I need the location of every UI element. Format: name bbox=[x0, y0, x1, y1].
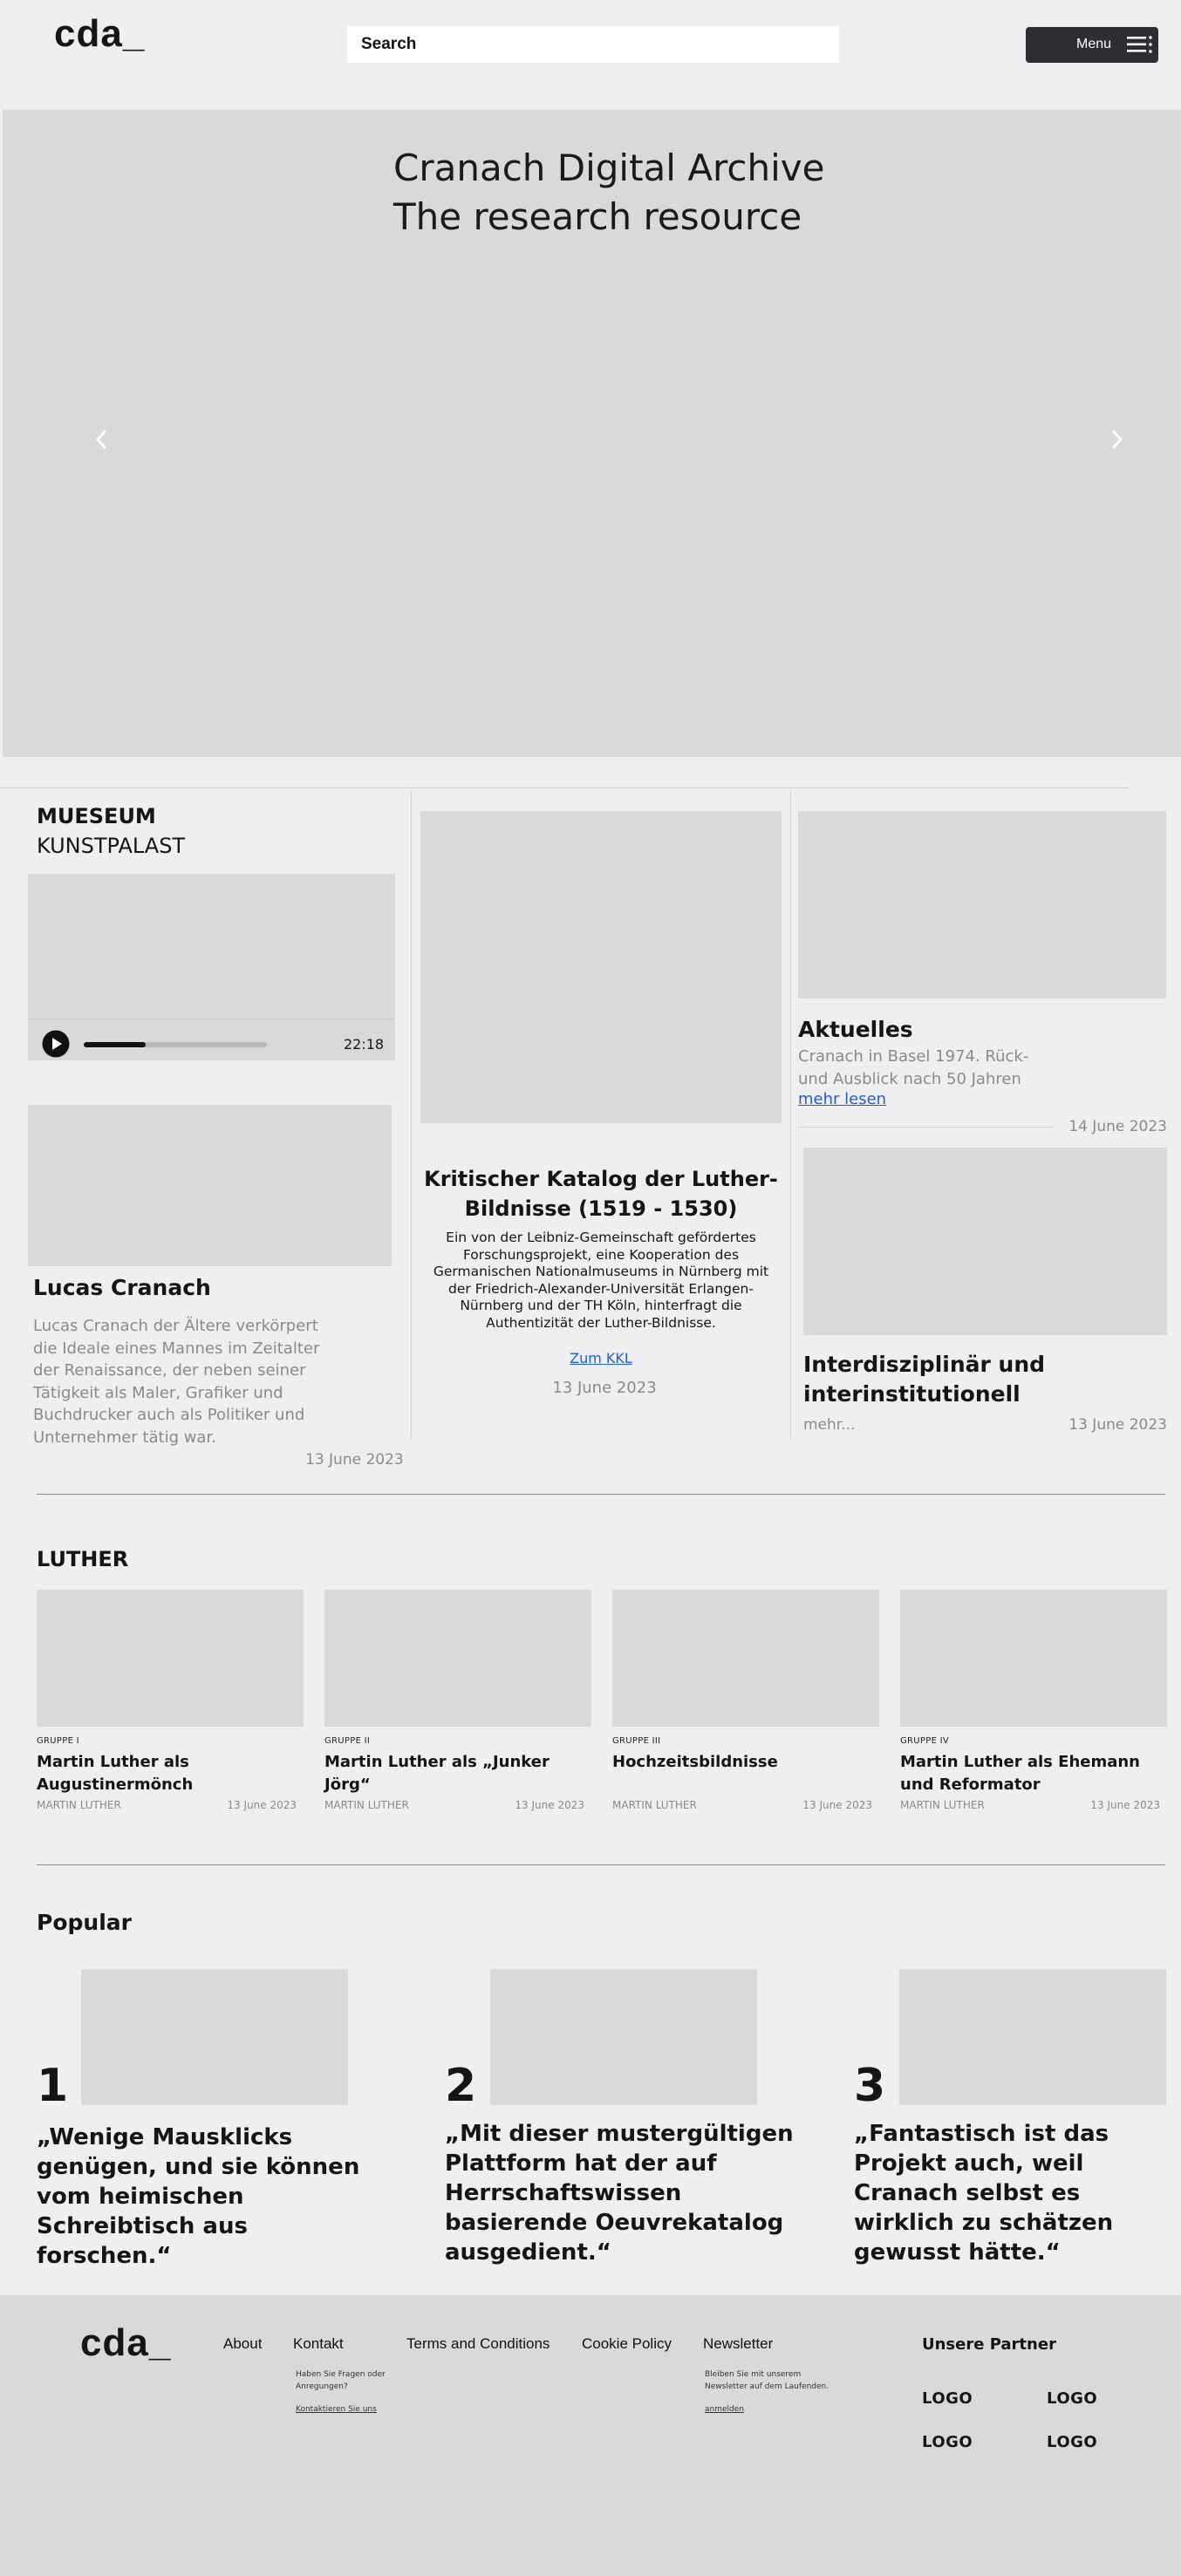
luther-card[interactable]: GRUPPE I Martin Luther als Augustinermön… bbox=[37, 1590, 304, 1816]
hero-slider: Cranach Digital Archive The research res… bbox=[3, 110, 1181, 757]
site-logo[interactable]: cda_ bbox=[54, 12, 145, 56]
luther-heading: LUTHER bbox=[37, 1547, 129, 1571]
popular-heading: Popular bbox=[37, 1910, 132, 1935]
luther-card-image bbox=[324, 1590, 591, 1727]
aktuelles-link[interactable]: mehr lesen bbox=[798, 1090, 886, 1108]
luther-card[interactable]: GRUPPE II Martin Luther als „Junker Jörg… bbox=[324, 1590, 591, 1816]
museum-name: MUESEUM bbox=[37, 804, 156, 828]
play-icon[interactable] bbox=[42, 1030, 70, 1058]
footer-nav-kontakt[interactable]: Kontakt bbox=[293, 2335, 344, 2353]
popular-quote[interactable]: „Mit dieser mustergültigen Plattform hat… bbox=[445, 2119, 794, 2267]
luther-card-group: GRUPPE II bbox=[324, 1736, 371, 1746]
aktuelles-date: 14 June 2023 bbox=[1054, 1118, 1167, 1135]
luther-card-group: GRUPPE I bbox=[37, 1736, 79, 1746]
luther-card-title: Hochzeitsbildnisse bbox=[612, 1753, 778, 1771]
section-divider bbox=[0, 787, 1129, 788]
inter-title[interactable]: Interdisziplinär und interinstitutionell bbox=[803, 1350, 1091, 1409]
luther-card-date: 13 June 2023 bbox=[515, 1799, 584, 1811]
popular-quote[interactable]: „Wenige Mausklicks genügen, und sie könn… bbox=[37, 2123, 386, 2271]
footer-nav-cookie[interactable]: Cookie Policy bbox=[582, 2335, 672, 2353]
popular-image bbox=[899, 1969, 1166, 2105]
popular-rank: 2 bbox=[445, 2060, 477, 2112]
luther-card[interactable]: GRUPPE IV Martin Luther als Ehemann und … bbox=[900, 1590, 1167, 1816]
partner-logo: LOGO bbox=[1047, 2389, 1098, 2408]
menu-button[interactable]: Menu bbox=[1026, 27, 1158, 63]
luther-card-group: GRUPPE III bbox=[612, 1736, 661, 1746]
section-divider bbox=[37, 1864, 1165, 1865]
video-progress-track[interactable] bbox=[84, 1042, 267, 1047]
popular-image bbox=[490, 1969, 757, 2105]
lucas-image bbox=[28, 1105, 392, 1266]
video-player[interactable]: 22:18 bbox=[28, 874, 395, 1060]
column-divider bbox=[790, 790, 791, 1439]
partner-logo: LOGO bbox=[922, 2433, 973, 2451]
kkl-text: Ein von der Leibniz-Gemeinschaft geförde… bbox=[433, 1230, 769, 1331]
newsletter-link[interactable]: anmelden bbox=[705, 2403, 744, 2416]
footer-nav-terms[interactable]: Terms and Conditions bbox=[406, 2335, 550, 2353]
aktuelles-title[interactable]: Aktuelles bbox=[798, 1017, 913, 1042]
inter-date: 13 June 2023 bbox=[1068, 1416, 1167, 1434]
aktuelles-image bbox=[798, 811, 1166, 998]
hamburger-icon bbox=[1127, 36, 1152, 53]
kontakt-text: Haben Sie Fragen oder Anregungen? bbox=[296, 2370, 386, 2391]
luther-card-title: Martin Luther als Ehemann und Reformator bbox=[900, 1753, 1140, 1794]
partner-heading: Unsere Partner bbox=[922, 2335, 1056, 2354]
popular-quote[interactable]: „Fantastisch ist das Projekt auch, weil … bbox=[854, 2119, 1168, 2267]
kkl-image bbox=[420, 811, 782, 1123]
aktuelles-text: Cranach in Basel 1974. Rück- und Ausblic… bbox=[798, 1047, 1029, 1088]
luther-card-category: MARTIN LUTHER bbox=[324, 1799, 409, 1811]
hero-subtitle: The research resource bbox=[393, 195, 802, 238]
luther-card-category: MARTIN LUTHER bbox=[900, 1799, 985, 1811]
luther-card-category: MARTIN LUTHER bbox=[612, 1799, 697, 1811]
luther-card-image bbox=[900, 1590, 1167, 1727]
chevron-right-icon[interactable] bbox=[1108, 427, 1125, 452]
luther-card[interactable]: GRUPPE III Hochzeitsbildnisse MARTIN LUT… bbox=[612, 1590, 879, 1816]
luther-card-title: Martin Luther als „Junker Jörg“ bbox=[324, 1753, 550, 1794]
footer-logo[interactable]: cda_ bbox=[80, 2321, 171, 2365]
kontakt-link[interactable]: Kontaktieren Sie uns bbox=[296, 2403, 377, 2416]
inter-image bbox=[803, 1148, 1167, 1335]
kkl-link[interactable]: Zum KKL bbox=[419, 1350, 783, 1366]
lucas-title[interactable]: Lucas Cranach bbox=[33, 1275, 211, 1300]
chevron-left-icon[interactable] bbox=[93, 427, 111, 452]
inter-more[interactable]: mehr... bbox=[803, 1416, 855, 1434]
luther-card-date: 13 June 2023 bbox=[1090, 1799, 1160, 1811]
kkl-title[interactable]: Kritischer Katalog der Luther-Bildnisse … bbox=[419, 1164, 783, 1223]
footer-nav-newsletter[interactable]: Newsletter bbox=[703, 2335, 773, 2353]
lucas-date: 13 June 2023 bbox=[305, 1451, 404, 1469]
video-time: 22:18 bbox=[344, 1036, 385, 1053]
kkl-date: 13 June 2023 bbox=[552, 1379, 657, 1397]
site-footer: cda_ About Kontakt Terms and Conditions … bbox=[0, 2295, 1181, 2576]
luther-card-category: MARTIN LUTHER bbox=[37, 1799, 121, 1811]
luther-card-image bbox=[37, 1590, 304, 1727]
video-progress-fill bbox=[84, 1042, 147, 1047]
luther-card-title: Martin Luther als Augustinermönch bbox=[37, 1753, 194, 1794]
luther-card-date: 13 June 2023 bbox=[227, 1799, 297, 1811]
section-divider bbox=[37, 1494, 1165, 1495]
popular-image bbox=[81, 1969, 348, 2105]
lucas-text: Lucas Cranach der Ältere verkörpert die … bbox=[33, 1317, 320, 1447]
luther-card-group: GRUPPE IV bbox=[900, 1736, 950, 1746]
popular-rank: 1 bbox=[37, 2060, 69, 2112]
hero-title: Cranach Digital Archive bbox=[393, 147, 825, 189]
menu-label: Menu bbox=[1076, 37, 1112, 51]
luther-card-image bbox=[612, 1590, 879, 1727]
partner-logo: LOGO bbox=[922, 2389, 973, 2408]
museum-subname: KUNSTPALAST bbox=[37, 834, 186, 858]
newsletter-text: Bleiben Sie mit unserem Newsletter auf d… bbox=[705, 2370, 829, 2391]
footer-nav-about[interactable]: About bbox=[223, 2335, 262, 2353]
luther-card-date: 13 June 2023 bbox=[802, 1799, 872, 1811]
search-input[interactable] bbox=[347, 26, 839, 63]
popular-rank: 3 bbox=[854, 2060, 886, 2112]
partner-logo: LOGO bbox=[1047, 2433, 1098, 2451]
column-divider bbox=[411, 790, 412, 1439]
